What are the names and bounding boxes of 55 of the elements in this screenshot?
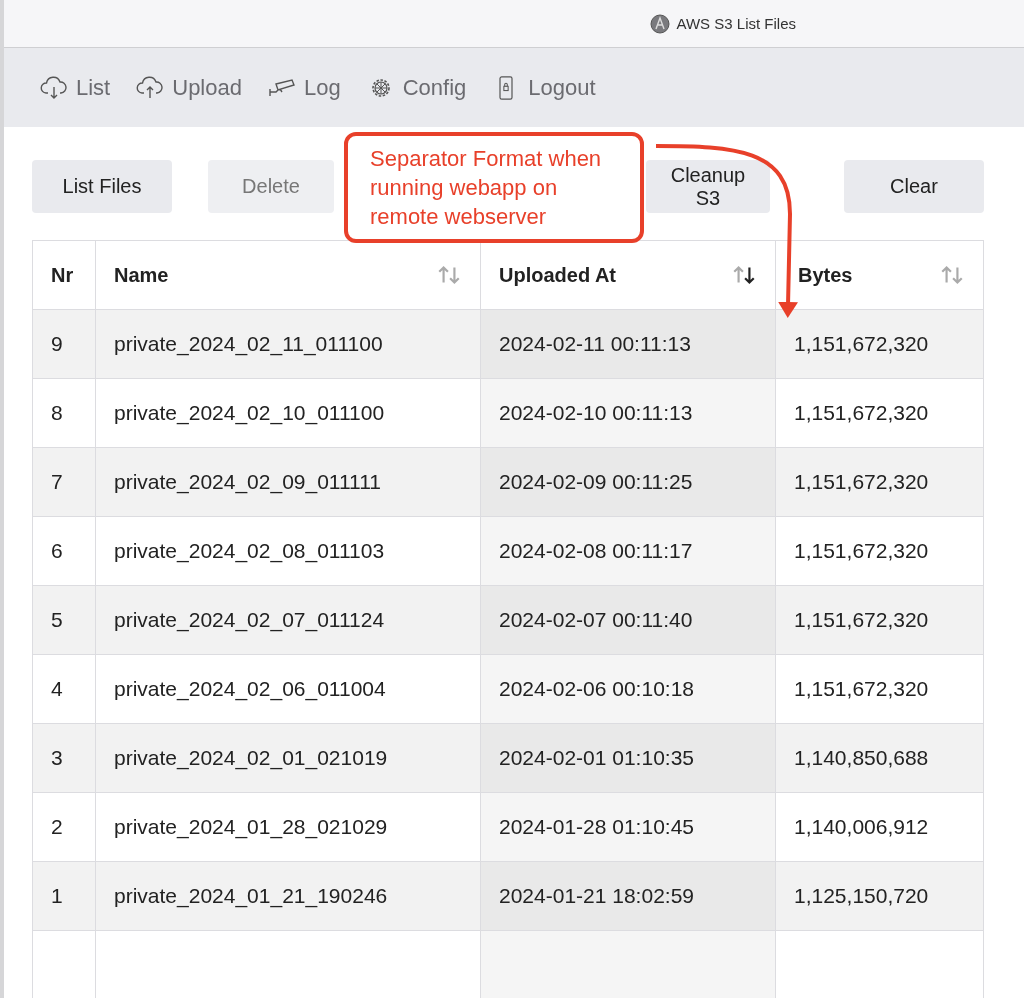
table-cell: 2024-02-11 00:11:13 <box>480 309 776 379</box>
column-label: Bytes <box>798 263 853 287</box>
table-cell: 7 <box>32 447 96 517</box>
table-cell: 2024-02-09 00:11:25 <box>480 447 776 517</box>
table-cell: 3 <box>32 723 96 793</box>
table-cell: 1,151,672,320 <box>775 585 984 655</box>
nav-link[interactable]: Log <box>267 74 341 101</box>
cloud-upload-icon <box>136 75 165 100</box>
table-cell: 6 <box>32 516 96 586</box>
table-cell: 1 <box>32 861 96 931</box>
column-label: Nr <box>51 263 74 287</box>
table-cell: private_2024_02_06_011004 <box>95 654 481 724</box>
table-cell: private_2024_02_09_011111 <box>95 447 481 517</box>
table-cell: 2024-02-07 00:11:40 <box>480 585 776 655</box>
table-cell: private_2024_02_08_011103 <box>95 516 481 586</box>
table-cell: 2024-02-06 00:10:18 <box>480 654 776 724</box>
nav-link[interactable]: Logout <box>492 74 596 101</box>
table-cell: private_2024_02_01_021019 <box>95 723 481 793</box>
column-label: Name <box>114 263 169 287</box>
cloud-download-icon <box>40 75 68 100</box>
action-button[interactable]: Cleanup S3 <box>646 160 770 213</box>
action-button[interactable]: Clear <box>844 160 984 213</box>
sort-icon[interactable] <box>731 264 757 286</box>
table-cell: private_2024_02_07_011124 <box>95 585 481 655</box>
annotation-callout: Separator Format when running webapp on remote webserver <box>344 132 644 243</box>
table-cell: 8 <box>32 378 96 448</box>
table-cell: 5 <box>32 585 96 655</box>
nav-link[interactable]: List <box>40 74 111 101</box>
window-title: AWS S3 List Files <box>676 15 796 32</box>
column-label: Uploaded At <box>499 263 617 287</box>
table-cell: 1,125,150,720 <box>775 861 984 931</box>
table-cell: 1,151,672,320 <box>775 378 984 448</box>
table-cell: 2024-02-08 00:11:17 <box>480 516 776 586</box>
column-header[interactable]: Bytes <box>775 240 984 310</box>
action-button[interactable]: List Files <box>32 160 172 213</box>
table-cell: 4 <box>32 654 96 724</box>
table-cell: 1,151,672,320 <box>775 447 984 517</box>
app-icon <box>649 13 670 34</box>
table-cell: private_2024_02_11_011100 <box>95 309 481 379</box>
table-cell: 2024-01-28 01:10:45 <box>480 792 776 862</box>
table-cell: 1,151,672,320 <box>775 309 984 379</box>
nav-link[interactable]: Config <box>366 74 467 101</box>
table-cell: 9 <box>32 309 96 379</box>
table-cell: 1,140,850,688 <box>775 723 984 793</box>
table-cell: 2024-02-10 00:11:13 <box>480 378 776 448</box>
table-cell: 1,140,006,912 <box>775 792 984 862</box>
table-cell: 2024-01-21 18:02:59 <box>480 861 776 931</box>
table-cell: 2024-02-01 01:10:35 <box>480 723 776 793</box>
table-cell: 1,151,672,320 <box>775 516 984 586</box>
table-cell: 2 <box>32 792 96 862</box>
nav-link[interactable]: Upload <box>136 74 242 101</box>
table-cell: 1,151,672,320 <box>775 654 984 724</box>
table-cell: private_2024_02_10_011100 <box>95 378 481 448</box>
table-cell: private_2024_01_21_190246 <box>95 861 481 931</box>
table-cell: private_2024_01_28_021029 <box>95 792 481 862</box>
